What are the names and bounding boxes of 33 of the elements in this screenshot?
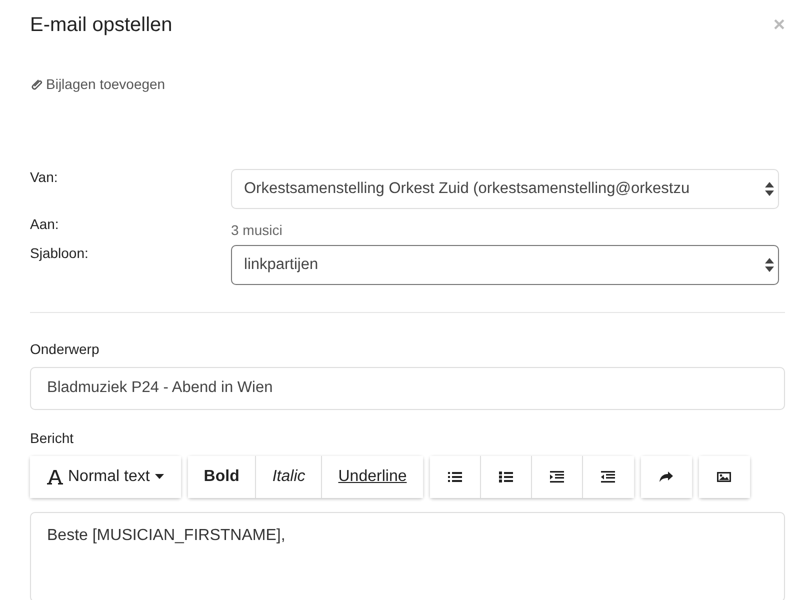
redo-button[interactable] <box>640 456 692 498</box>
paperclip-icon <box>30 78 43 90</box>
caret-icon <box>154 474 164 479</box>
indent-icon <box>548 470 565 484</box>
select-field[interactable]: linkpartijen <box>231 244 779 284</box>
select-arrows-icon <box>765 182 774 196</box>
indent-button[interactable] <box>532 456 583 498</box>
bold-button[interactable]: Bold <box>188 456 256 498</box>
bullet-list-icon <box>446 470 463 484</box>
dialog-title: E-mail opstellen <box>30 14 172 36</box>
numbered-list-button[interactable] <box>480 456 532 498</box>
text-style-dropdown[interactable]: Normal text <box>30 456 181 498</box>
outdent-icon <box>600 470 616 484</box>
outdent-button[interactable] <box>582 456 634 498</box>
redo-arrow-icon <box>658 470 674 484</box>
bullet-list-button[interactable] <box>430 456 481 498</box>
field-label: Sjabloon: <box>30 244 90 263</box>
underline-button[interactable]: Underline <box>322 456 423 498</box>
select-field[interactable]: Orkestsamenstelling Orkest Zuid (orkestsamenstelling@orkestzu <box>231 168 779 208</box>
add-attachments-link[interactable]: Bijlagen toevoegen <box>30 76 166 92</box>
font-icon <box>47 468 63 484</box>
image-button[interactable] <box>698 456 750 498</box>
image-icon <box>716 470 732 484</box>
select-arrows-icon <box>765 258 774 272</box>
subject-field[interactable]: Bladmuziek P24 - Abend in Wien <box>30 366 785 410</box>
message-editor[interactable]: Beste [MUSICIAN_FIRSTNAME], <box>30 512 785 600</box>
message-label: Bericht <box>30 430 75 446</box>
numbered-list-icon <box>498 470 514 484</box>
recipients-text: 3 musici <box>231 220 284 238</box>
italic-button[interactable]: Italic <box>256 456 322 498</box>
subject-label: Onderwerp <box>30 340 100 356</box>
field-label: Aan: <box>30 216 60 234</box>
field-label: Van: <box>30 168 59 186</box>
